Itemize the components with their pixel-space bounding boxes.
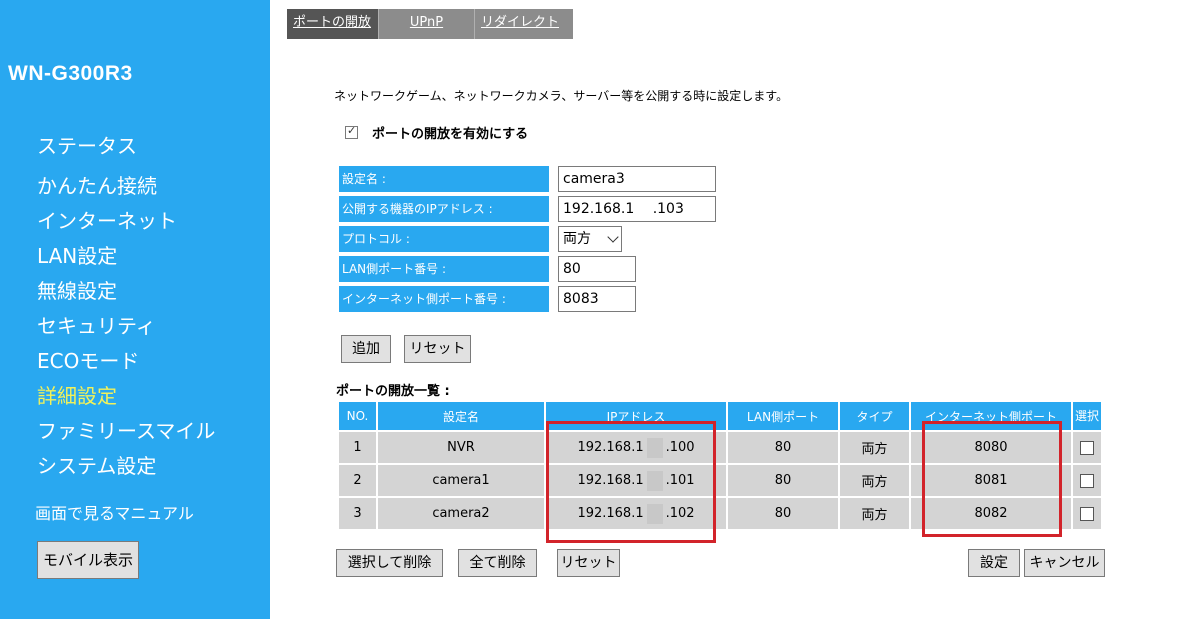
- header-select: 選択: [1073, 402, 1101, 430]
- tab-upnp[interactable]: UPnP: [379, 9, 475, 39]
- tab-bar: ポートの開放 UPnP リダイレクト: [287, 9, 573, 39]
- header-name: 設定名: [378, 402, 544, 430]
- protocol-label: プロトコル :: [339, 226, 549, 252]
- cell-no: 1: [339, 432, 376, 463]
- sidebar-item-internet[interactable]: インターネット: [37, 205, 177, 234]
- cell-select: [1073, 465, 1101, 496]
- sidebar-item-eco-mode[interactable]: ECOモード: [37, 345, 139, 374]
- device-model-title: WN-G300R3: [8, 62, 133, 85]
- checkmark-icon: ✓: [347, 124, 357, 137]
- sidebar-item-system[interactable]: システム設定: [37, 450, 156, 479]
- list-reset-button[interactable]: リセット: [557, 549, 620, 577]
- sidebar-item-security[interactable]: セキュリティ: [37, 310, 156, 339]
- header-lan-port: LAN側ポート: [728, 402, 838, 430]
- delete-selected-button[interactable]: 選択して削除: [336, 549, 443, 577]
- wan-port-label: インターネット側ポート番号 :: [339, 286, 549, 312]
- cell-type: 両方: [840, 465, 909, 496]
- sidebar-item-status[interactable]: ステータス: [37, 130, 137, 159]
- ip-address-label: 公開する機器のIPアドレス :: [339, 196, 549, 222]
- row-select-checkbox[interactable]: [1080, 440, 1094, 455]
- cell-type: 両方: [840, 498, 909, 529]
- enable-port-forwarding-label: ポートの開放を有効にする: [372, 127, 529, 142]
- manual-link[interactable]: 画面で見るマニュアル: [35, 500, 194, 524]
- name-input[interactable]: camera3: [558, 166, 716, 192]
- mobile-view-button[interactable]: モバイル表示: [37, 541, 139, 579]
- sidebar: WN-G300R3 ステータス かんたん接続 インターネット LAN設定 無線設…: [0, 0, 270, 619]
- cell-name: NVR: [378, 432, 544, 463]
- cell-lan-port: 80: [728, 465, 838, 496]
- cell-lan-port: 80: [728, 432, 838, 463]
- tab-redirect[interactable]: リダイレクト: [475, 9, 573, 39]
- header-no: NO.: [339, 402, 376, 430]
- cell-no: 3: [339, 498, 376, 529]
- tab-port-forwarding[interactable]: ポートの開放: [287, 9, 379, 39]
- cell-select: [1073, 498, 1101, 529]
- ip-address-input[interactable]: 192.168.1 .103: [558, 196, 716, 222]
- sidebar-item-advanced[interactable]: 詳細設定: [37, 380, 117, 409]
- cancel-button[interactable]: キャンセル: [1024, 549, 1105, 577]
- ip-address-highlight-box: [546, 421, 716, 543]
- cell-name: camera2: [378, 498, 544, 529]
- header-type: タイプ: [840, 402, 909, 430]
- port-list-title: ポートの開放一覧 :: [336, 384, 450, 399]
- form-reset-button[interactable]: リセット: [404, 335, 471, 363]
- lan-port-label: LAN側ポート番号 :: [339, 256, 549, 282]
- row-select-checkbox[interactable]: [1080, 473, 1094, 488]
- enable-port-forwarding-checkbox[interactable]: ✓: [345, 124, 358, 139]
- cell-name: camera1: [378, 465, 544, 496]
- wan-port-input[interactable]: 8083: [558, 286, 636, 312]
- protocol-select[interactable]: 両方: [558, 226, 622, 252]
- sidebar-item-easy-setup[interactable]: かんたん接続: [37, 170, 157, 199]
- cell-lan-port: 80: [728, 498, 838, 529]
- intro-text: ネットワークゲーム、ネットワークカメラ、サーバー等を公開する時に設定します。: [334, 89, 789, 103]
- row-select-checkbox[interactable]: [1080, 506, 1094, 521]
- sidebar-item-family-smile[interactable]: ファミリースマイル: [37, 415, 215, 444]
- protocol-select-value: 両方: [563, 231, 591, 247]
- cell-no: 2: [339, 465, 376, 496]
- add-button[interactable]: 追加: [341, 335, 391, 363]
- sidebar-item-wireless[interactable]: 無線設定: [37, 275, 117, 304]
- chevron-down-icon: [607, 231, 619, 243]
- name-label: 設定名 :: [339, 166, 549, 192]
- cell-select: [1073, 432, 1101, 463]
- sidebar-item-lan[interactable]: LAN設定: [37, 240, 117, 269]
- lan-port-input[interactable]: 80: [558, 256, 636, 282]
- delete-all-button[interactable]: 全て削除: [458, 549, 537, 577]
- cell-type: 両方: [840, 432, 909, 463]
- wan-port-highlight-box: [922, 421, 1062, 537]
- apply-button[interactable]: 設定: [968, 549, 1020, 577]
- enable-port-forwarding-row: ✓ ポートの開放を有効にする: [345, 123, 528, 142]
